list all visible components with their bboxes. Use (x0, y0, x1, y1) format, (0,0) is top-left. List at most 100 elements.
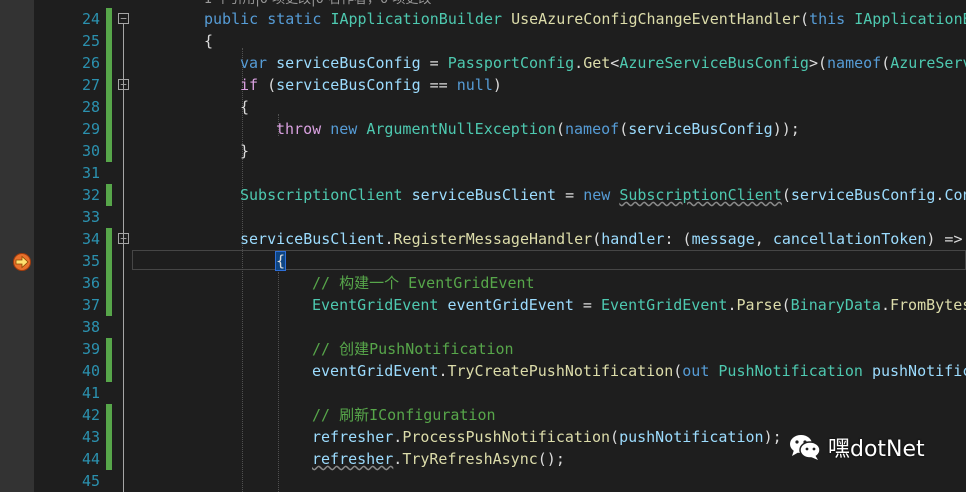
line-number: 30 (81, 142, 100, 160)
change-marker (106, 140, 112, 162)
code-token: AzureServiceBusConfig (619, 54, 809, 72)
line-number: 32 (81, 186, 100, 204)
code-token: serviceBusConfig (628, 120, 773, 138)
line-number: 36 (81, 274, 100, 292)
code-text[interactable]: // 构建一个 EventGridEvent (312, 272, 535, 294)
code-line[interactable]: 40 eventGridEvent.TryCreatePushNotificati… (34, 360, 966, 382)
code-token: nameof (565, 120, 620, 138)
code-line[interactable]: 29 throw new ArgumentNullException(nameof… (34, 118, 966, 140)
code-token: Get (583, 54, 611, 72)
code-text[interactable]: throw new ArgumentNullException(nameof(s… (276, 118, 800, 140)
code-token: ( (592, 230, 602, 248)
code-token: message (691, 230, 755, 248)
code-token: . (880, 296, 890, 314)
code-token: TryCreatePushNotification (447, 362, 674, 380)
code-line[interactable]: 42 // 刷新IConfiguration (34, 404, 966, 426)
code-text[interactable]: refresher.TryRefreshAsync(); (312, 448, 565, 470)
code-token: . (384, 230, 394, 248)
code-text[interactable]: { (240, 96, 249, 118)
code-token: . (574, 54, 584, 72)
code-line[interactable]: 34 − serviceBusClient.RegisterMessageHandl… (34, 228, 966, 250)
watermark-text: 嘿dotNet (828, 437, 925, 462)
code-text[interactable]: // 刷新IConfiguration (312, 404, 496, 426)
code-line[interactable]: 36 // 构建一个 EventGridEvent (34, 272, 966, 294)
code-token: new (330, 120, 358, 138)
line-number: 39 (81, 340, 100, 358)
line-number: 27 (81, 76, 100, 94)
code-token: ProcessPushNotification (402, 428, 611, 446)
code-token: ( (258, 76, 277, 94)
code-token: var (240, 54, 268, 72)
code-editor[interactable]: 1 个引用|0 项更改|0 名作者，0 项更改 24−public static… (34, 0, 966, 492)
line-number: 40 (81, 362, 100, 380)
breakpoint-margin[interactable] (0, 0, 34, 492)
code-line[interactable]: 45 (34, 470, 966, 492)
code-text[interactable]: var serviceBusConfig = PassportConfig.Ge… (240, 52, 966, 74)
change-marker (106, 52, 112, 74)
line-number: 44 (81, 450, 100, 468)
code-token: handler (601, 230, 665, 248)
code-text[interactable]: } (240, 140, 249, 162)
code-line[interactable]: 37 EventGridEvent eventGridEvent = EventG… (34, 294, 966, 316)
collapse-icon[interactable]: − (118, 79, 129, 90)
code-token: cancellationToken (772, 230, 927, 248)
code-token: == (420, 76, 457, 94)
code-line[interactable]: 31 (34, 162, 966, 184)
code-token: { (204, 32, 214, 50)
code-token: null (456, 76, 493, 94)
code-token: >( (808, 54, 828, 72)
code-line[interactable]: 39 // 创建PushNotification (34, 338, 966, 360)
code-token: ) => (926, 230, 963, 248)
line-number: 42 (81, 406, 100, 424)
code-token: TryRefreshAsync (402, 450, 538, 468)
code-text[interactable]: if (serviceBusConfig == null) (240, 74, 502, 96)
code-line[interactable]: 27 − if (serviceBusConfig == null) (34, 74, 966, 96)
code-line[interactable]: 30} (34, 140, 966, 162)
code-text[interactable]: EventGridEvent eventGridEvent = EventGri… (312, 294, 966, 316)
code-token: pushNotification (619, 428, 764, 446)
change-marker (106, 404, 112, 426)
code-text[interactable]: { (274, 250, 287, 272)
code-text[interactable]: public static IApplicationBuilder UseAzu… (204, 8, 966, 30)
code-token: IApplicationBuilder (330, 10, 503, 28)
code-line[interactable]: 25 { (34, 30, 966, 52)
code-token: ( (610, 428, 620, 446)
code-token: serviceBusConfig (790, 186, 936, 204)
code-line[interactable]: 26 var serviceBusConfig = PassportConfig.… (34, 52, 966, 74)
code-text[interactable]: { (204, 30, 213, 52)
code-line[interactable]: 41 (34, 382, 966, 404)
change-marker (106, 30, 112, 52)
collapse-icon[interactable]: − (118, 233, 129, 244)
code-token: ); (763, 428, 782, 446)
code-text[interactable]: SubscriptionClient serviceBusClient = ne… (240, 184, 966, 206)
code-token: static (267, 10, 322, 28)
collapse-icon[interactable]: − (118, 13, 129, 24)
code-token: = (420, 54, 448, 72)
change-marker (106, 294, 112, 316)
code-token: out (682, 362, 710, 380)
code-token: public (204, 10, 259, 28)
code-text[interactable]: // 创建PushNotification (312, 338, 514, 360)
code-line[interactable]: 28 { (34, 96, 966, 118)
code-text[interactable]: serviceBusClient.RegisterMessageHandler(… (240, 228, 963, 250)
code-token: FromBytes (890, 296, 966, 314)
code-line[interactable]: 35 { (34, 250, 966, 272)
code-token: : ( (664, 230, 692, 248)
matched-brace: { (274, 251, 287, 271)
line-number: 24 (81, 10, 100, 28)
code-line[interactable]: 38 (34, 316, 966, 338)
code-line[interactable]: 24 − public static IApplicationBuilder Use… (34, 8, 966, 30)
code-line[interactable]: 32 SubscriptionClient serviceBusClient = … (34, 184, 966, 206)
code-token: serviceBusConfig (276, 76, 421, 94)
code-text[interactable]: eventGridEvent.TryCreatePushNotification… (312, 360, 966, 382)
change-marker (106, 250, 112, 272)
code-token: AzureServi (890, 54, 966, 72)
code-line[interactable]: 33 (34, 206, 966, 228)
code-token: BinaryData (790, 296, 881, 314)
code-text[interactable]: refresher.ProcessPushNotification(pushNo… (312, 426, 782, 448)
